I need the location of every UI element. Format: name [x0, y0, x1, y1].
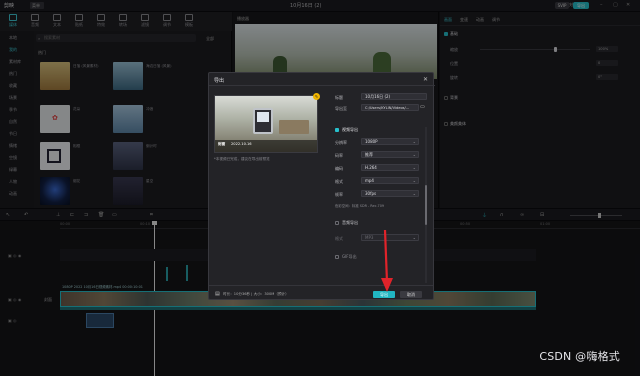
film-icon: ▤: [215, 291, 220, 297]
cover-preview: 封面 2022.10.16: [214, 95, 318, 153]
dialog-title: 导出: [214, 78, 225, 84]
chevron-down-icon: ⌄: [412, 152, 416, 157]
chevron-down-icon: ⌄: [412, 178, 416, 183]
audio-export-checkbox[interactable]: [335, 221, 339, 225]
video-export-checkbox[interactable]: [335, 128, 339, 132]
bitrate-select[interactable]: 推荐 ⌄: [361, 151, 419, 158]
codec-label: 编码: [335, 166, 343, 171]
title-label: 标题: [335, 95, 343, 100]
bitrate-label: 码率: [335, 153, 343, 158]
export-path-label: 导出至: [335, 106, 347, 111]
codec-select[interactable]: H.264 ⌄: [361, 164, 419, 171]
format-label: 格式: [335, 179, 343, 184]
gif-export-checkbox[interactable]: [335, 255, 339, 259]
resolution-select[interactable]: 1080P ⌄: [361, 138, 419, 145]
divider: [209, 85, 435, 86]
video-section-title: 视频导出: [342, 127, 358, 132]
watermark: CSDN @嗨格式: [539, 350, 620, 363]
title-input[interactable]: 10月16日 (2): [361, 93, 427, 100]
cover-caption: 封面: [218, 142, 226, 146]
gif-section-title: GIF导出: [342, 254, 357, 259]
scrollbar-thumb[interactable]: [425, 185, 427, 225]
format-select[interactable]: mp4 ⌄: [361, 177, 419, 184]
desk-object: [279, 120, 309, 134]
cover-hint: *本视频已完成，建议在导出前预览: [214, 157, 270, 161]
chevron-down-icon: ⌄: [412, 235, 416, 240]
cover-timestamp: 2022.10.16: [231, 142, 252, 146]
export-info: 时长：10分36秒 | 大小：300M（预计）: [223, 292, 289, 296]
close-icon[interactable]: ✕: [423, 76, 428, 83]
folder-icon[interactable]: ▭: [420, 104, 425, 110]
chevron-down-icon: ⌄: [412, 191, 416, 196]
resolution-label: 分辨率: [335, 140, 347, 145]
edit-cover-icon[interactable]: ✎: [313, 93, 320, 100]
framerate-select[interactable]: 30fps ⌄: [361, 190, 419, 197]
chevron-down-icon: ⌄: [412, 139, 416, 144]
framerate-label: 帧率: [335, 192, 343, 197]
audio-section-title: 音频导出: [342, 220, 358, 225]
annotation-arrow: [381, 229, 393, 292]
monitor-screen: [257, 112, 269, 122]
export-path-input[interactable]: C:/Users/KYLIN/Videos/...: [361, 104, 419, 111]
audio-format-label: 格式: [335, 236, 343, 241]
color-space-info: 色彩空间：标准 SDR - Rec.709: [335, 204, 385, 208]
chevron-down-icon: ⌄: [412, 165, 416, 170]
